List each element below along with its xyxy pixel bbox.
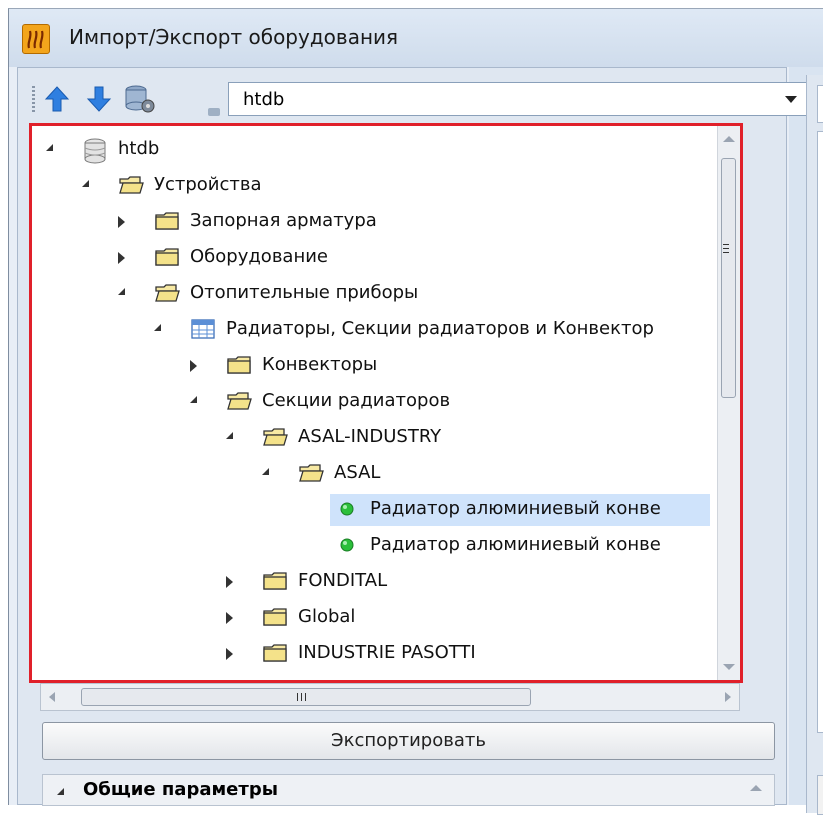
tree-item-label: Радиаторы, Секции радиаторов и Конвектор — [226, 318, 654, 339]
toolbar: htdb — [28, 78, 808, 118]
right-button[interactable] — [817, 775, 823, 815]
green-dot-icon — [334, 498, 360, 520]
folder-icon — [226, 354, 252, 376]
folder-open-icon — [298, 462, 324, 484]
tree-row[interactable]: Радиатор алюминиевый конве — [32, 528, 710, 564]
database-settings-icon[interactable] — [124, 84, 155, 114]
expand-arrow-icon[interactable] — [118, 216, 128, 228]
collapse-arrow-icon[interactable] — [154, 324, 164, 334]
scroll-grip-icon — [723, 244, 729, 254]
arrow-down-icon[interactable] — [84, 84, 114, 114]
expand-icon[interactable] — [57, 788, 64, 795]
tree-item-label: ASAL — [334, 462, 381, 483]
toolbar-overflow[interactable] — [208, 108, 220, 116]
tree-row[interactable]: htdb — [32, 132, 710, 168]
general-params-section[interactable]: Общие параметры — [42, 774, 775, 806]
right-list — [817, 131, 823, 733]
tree-row[interactable]: Отопительные приборы — [32, 276, 710, 312]
tree-row[interactable]: Секции радиаторов — [32, 384, 710, 420]
scroll-up-icon[interactable] — [750, 785, 762, 791]
folder-open-icon — [226, 390, 252, 412]
database-icon — [82, 138, 108, 164]
database-select-value: htdb — [243, 89, 285, 110]
tree-row[interactable]: INDUSTRIE PASOTTI — [32, 636, 710, 672]
right-toolbar — [817, 85, 823, 123]
table-icon — [190, 318, 216, 340]
folder-icon — [262, 606, 288, 628]
tree-row[interactable]: ASAL-INDUSTRY — [32, 420, 710, 456]
green-dot-icon — [334, 534, 360, 556]
tree-item-label: ASAL-INDUSTRY — [298, 426, 442, 447]
tree-item-label: Запорная арматура — [190, 210, 377, 231]
folder-icon — [154, 210, 180, 232]
tree-row[interactable]: Оборудование — [32, 240, 710, 276]
folder-icon — [262, 570, 288, 592]
vertical-scroll-thumb[interactable] — [721, 158, 736, 398]
tree-row[interactable]: ASAL — [32, 456, 710, 492]
equipment-tree: htdb Устройства Запорная арматура Оборудова… — [29, 123, 743, 683]
folder-icon — [262, 642, 288, 664]
horizontal-scroll-thumb[interactable] — [81, 688, 531, 706]
collapse-arrow-icon[interactable] — [226, 432, 236, 442]
tree-row[interactable]: Конвекторы — [32, 348, 710, 384]
tree-item-label: Устройства — [154, 174, 262, 195]
tree-item-label: htdb — [118, 138, 160, 159]
expand-arrow-icon[interactable] — [226, 612, 236, 624]
folder-open-icon — [262, 426, 288, 448]
tree-item-label: Оборудование — [190, 246, 328, 267]
collapse-arrow-icon[interactable] — [118, 288, 128, 298]
collapse-arrow-icon[interactable] — [262, 468, 272, 478]
window-title: Импорт/Экспорт оборудования — [69, 25, 399, 49]
right-pane — [806, 75, 823, 815]
scroll-grip-icon — [297, 693, 307, 701]
tree-item-label: Конвекторы — [262, 354, 378, 375]
collapse-arrow-icon[interactable] — [82, 180, 92, 190]
arrow-up-icon[interactable] — [42, 84, 72, 114]
chevron-down-icon[interactable] — [785, 96, 797, 103]
app-heating-icon — [22, 24, 50, 54]
tree-item-label: INDUSTRIE PASOTTI — [298, 642, 476, 663]
tree-row[interactable]: Global — [32, 600, 710, 636]
scroll-right-icon[interactable] — [725, 692, 731, 702]
tree-item-label: Секции радиаторов — [262, 390, 451, 411]
scroll-left-icon[interactable] — [49, 692, 55, 702]
collapse-arrow-icon[interactable] — [46, 144, 56, 154]
tree-row[interactable]: Радиатор алюминиевый конве — [32, 492, 710, 528]
horizontal-scrollbar[interactable] — [40, 683, 740, 711]
collapse-arrow-icon[interactable] — [190, 396, 200, 406]
tree-item-label: Радиатор алюминиевый конве — [370, 498, 661, 519]
database-select[interactable]: htdb — [228, 82, 808, 116]
export-button[interactable]: Экспортировать — [42, 722, 775, 760]
folder-open-icon — [154, 282, 180, 304]
expand-arrow-icon[interactable] — [190, 360, 200, 372]
expand-arrow-icon[interactable] — [226, 648, 236, 660]
vertical-scrollbar[interactable] — [717, 126, 740, 680]
tree-item-label: Global — [298, 606, 356, 627]
toolbar-grip[interactable] — [32, 86, 35, 112]
section-title: Общие параметры — [83, 779, 278, 800]
tree-item-label: FONDITAL — [298, 570, 388, 591]
tree-row[interactable]: FONDITAL — [32, 564, 710, 600]
tree-row[interactable]: Радиаторы, Секции радиаторов и Конвектор — [32, 312, 710, 348]
scroll-down-icon[interactable] — [723, 664, 735, 670]
folder-icon — [154, 246, 180, 268]
title-bar: Импорт/Экспорт оборудования — [9, 9, 823, 67]
expand-arrow-icon[interactable] — [226, 576, 236, 588]
scroll-up-icon[interactable] — [723, 136, 735, 142]
folder-open-icon — [118, 174, 144, 196]
tree-item-label: Радиатор алюминиевый конве — [370, 534, 661, 555]
tree-item-label: Отопительные приборы — [190, 282, 419, 303]
expand-arrow-icon[interactable] — [118, 252, 128, 264]
tree-row[interactable]: Устройства — [32, 168, 710, 204]
tree-row[interactable]: Запорная арматура — [32, 204, 710, 240]
